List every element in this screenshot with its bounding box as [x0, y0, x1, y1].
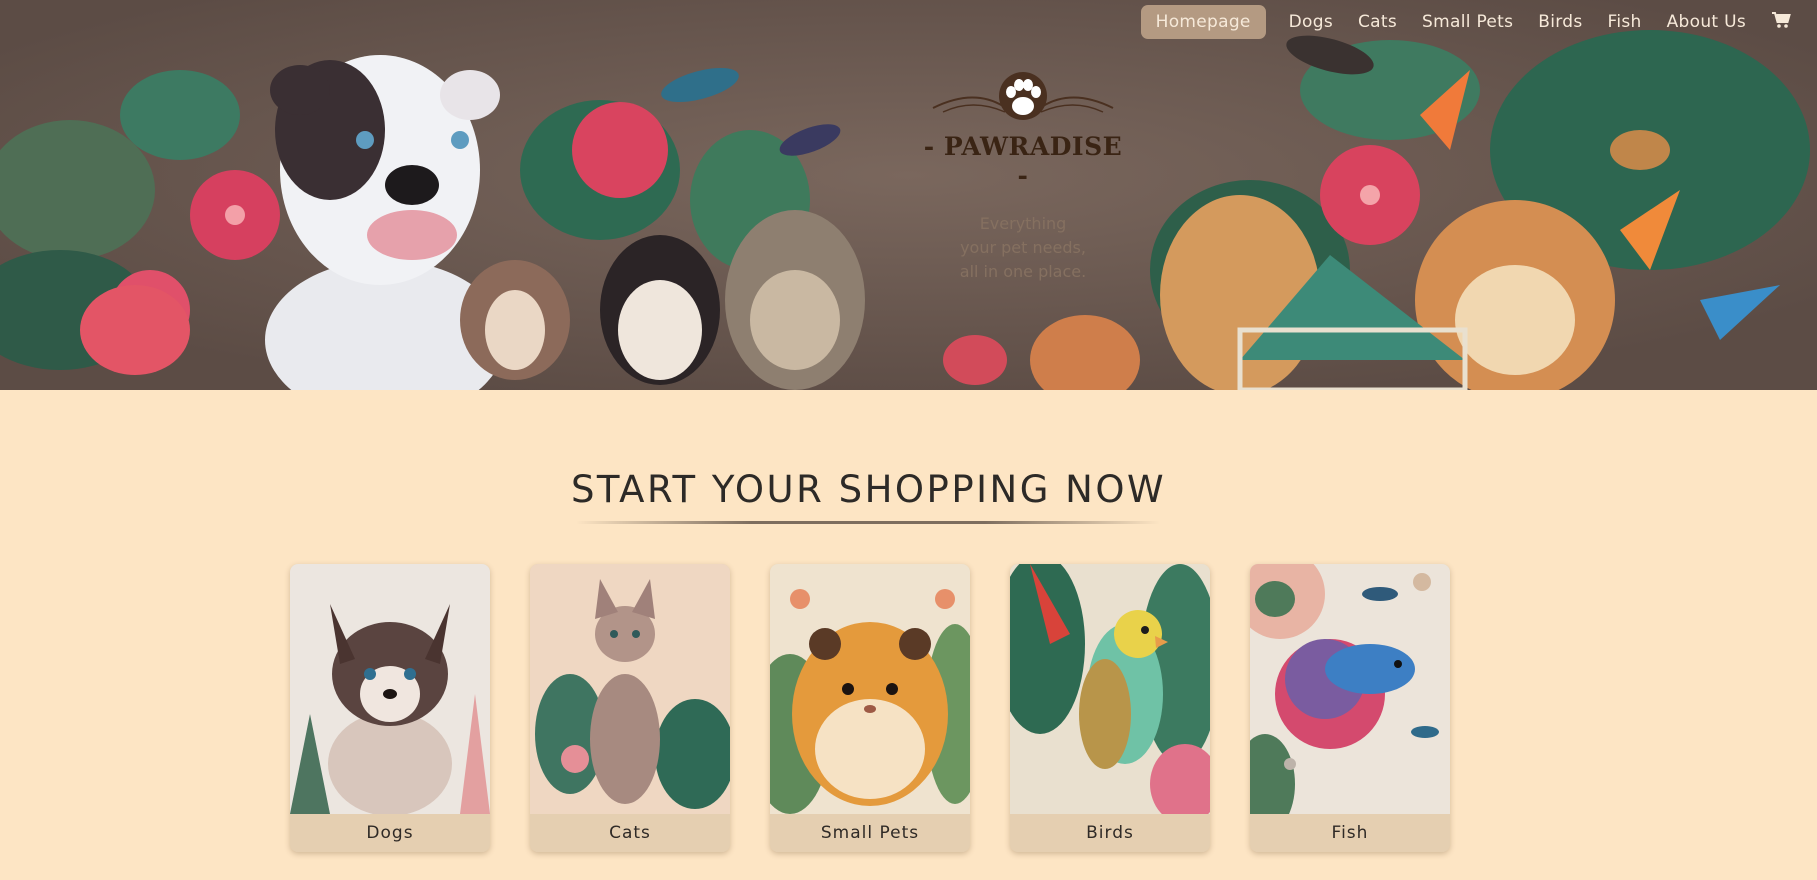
nav-dogs[interactable]: Dogs	[1277, 5, 1345, 39]
tagline-line-3: all in one place.	[959, 262, 1087, 281]
title-divider	[576, 521, 1160, 524]
category-label: Dogs	[290, 814, 490, 852]
sphynx-cat-illustration	[530, 564, 730, 814]
category-label: Cats	[530, 814, 730, 852]
brand-block: - PAWRADISE - Everything your pet needs,…	[923, 68, 1123, 284]
category-label: Small Pets	[770, 814, 970, 852]
category-card-birds[interactable]: Birds	[1010, 564, 1210, 852]
nav-small-pets[interactable]: Small Pets	[1410, 5, 1525, 39]
section-title: START YOUR SHOPPING NOW	[570, 468, 1167, 511]
category-card-fish[interactable]: Fish	[1250, 564, 1450, 852]
parakeet-illustration	[1010, 564, 1210, 814]
nav-birds[interactable]: Birds	[1526, 5, 1594, 39]
main-nav: Homepage Dogs Cats Small Pets Birds Fish…	[1140, 4, 1803, 40]
paw-print-icon	[932, 72, 1114, 120]
hero-illustration	[0, 0, 1817, 390]
nav-homepage[interactable]: Homepage	[1140, 5, 1266, 39]
tagline-line-2: your pet needs,	[960, 238, 1086, 257]
brand-tagline: Everything your pet needs, all in one pl…	[923, 212, 1123, 284]
brand-wordmark: - PAWRADISE -	[923, 132, 1123, 190]
hero-banner: Homepage Dogs Cats Small Pets Birds Fish…	[0, 0, 1817, 390]
cart-icon[interactable]	[1759, 5, 1803, 40]
tagline-line-1: Everything	[979, 214, 1067, 233]
category-label: Birds	[1010, 814, 1210, 852]
category-card-small-pets[interactable]: Small Pets	[770, 564, 970, 852]
category-card-cats[interactable]: Cats	[530, 564, 730, 852]
puppy-illustration	[290, 564, 490, 814]
category-card-dogs[interactable]: Dogs	[290, 564, 490, 852]
nav-about-us[interactable]: About Us	[1655, 5, 1758, 39]
hamster-illustration	[770, 564, 970, 814]
nav-fish[interactable]: Fish	[1596, 5, 1654, 39]
category-label: Fish	[1250, 814, 1450, 852]
betta-fish-illustration	[1250, 564, 1450, 814]
nav-cats[interactable]: Cats	[1346, 5, 1409, 39]
